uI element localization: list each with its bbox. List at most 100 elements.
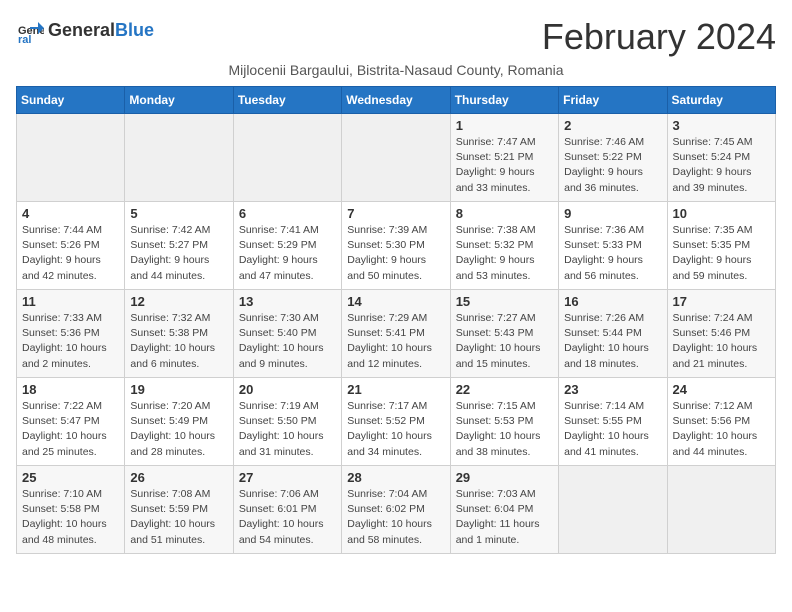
calendar-cell: 16 Sunrise: 7:26 AM Sunset: 5:44 PM Dayli… [559, 290, 667, 378]
day-number: 3 [673, 118, 770, 133]
day-info: Sunrise: 7:08 AM Sunset: 5:59 PM Dayligh… [130, 487, 227, 548]
svg-text:ral: ral [18, 34, 31, 44]
weekday-header: Friday [559, 87, 667, 114]
calendar-body: 1 Sunrise: 7:47 AM Sunset: 5:21 PM Daylig… [17, 114, 776, 554]
day-info: Sunrise: 7:29 AM Sunset: 5:41 PM Dayligh… [347, 311, 444, 372]
weekday-header: Wednesday [342, 87, 450, 114]
weekday-row: SundayMondayTuesdayWednesdayThursdayFrid… [17, 87, 776, 114]
calendar-cell: 2 Sunrise: 7:46 AM Sunset: 5:22 PM Daylig… [559, 114, 667, 202]
day-number: 15 [456, 294, 553, 309]
day-info: Sunrise: 7:38 AM Sunset: 5:32 PM Dayligh… [456, 223, 553, 284]
day-info: Sunrise: 7:12 AM Sunset: 5:56 PM Dayligh… [673, 399, 770, 460]
day-info: Sunrise: 7:30 AM Sunset: 5:40 PM Dayligh… [239, 311, 336, 372]
weekday-header: Sunday [17, 87, 125, 114]
day-info: Sunrise: 7:24 AM Sunset: 5:46 PM Dayligh… [673, 311, 770, 372]
day-info: Sunrise: 7:42 AM Sunset: 5:27 PM Dayligh… [130, 223, 227, 284]
calendar-week-row: 25 Sunrise: 7:10 AM Sunset: 5:58 PM Dayli… [17, 466, 776, 554]
day-number: 16 [564, 294, 661, 309]
day-info: Sunrise: 7:03 AM Sunset: 6:04 PM Dayligh… [456, 487, 553, 548]
day-number: 24 [673, 382, 770, 397]
logo: Gene ral GeneralBlue [16, 16, 154, 44]
calendar-cell [17, 114, 125, 202]
day-number: 5 [130, 206, 227, 221]
calendar-header: SundayMondayTuesdayWednesdayThursdayFrid… [17, 87, 776, 114]
day-number: 29 [456, 470, 553, 485]
calendar-cell: 4Sunrise: 7:44 AM Sunset: 5:26 PM Daylig… [17, 202, 125, 290]
day-info: Sunrise: 7:39 AM Sunset: 5:30 PM Dayligh… [347, 223, 444, 284]
day-number: 23 [564, 382, 661, 397]
calendar-cell: 3 Sunrise: 7:45 AM Sunset: 5:24 PM Daylig… [667, 114, 775, 202]
day-number: 20 [239, 382, 336, 397]
day-info: Sunrise: 7:15 AM Sunset: 5:53 PM Dayligh… [456, 399, 553, 460]
title-area: February 2024 [542, 16, 776, 58]
logo-wordmark: GeneralBlue [48, 20, 154, 41]
day-number: 18 [22, 382, 119, 397]
calendar-cell: 18 Sunrise: 7:22 AM Sunset: 5:47 PM Dayli… [17, 378, 125, 466]
calendar-cell [559, 466, 667, 554]
day-number: 2 [564, 118, 661, 133]
day-number: 11 [22, 294, 119, 309]
calendar-cell [667, 466, 775, 554]
day-info: Sunrise: 7:47 AM Sunset: 5:21 PM Dayligh… [456, 135, 553, 196]
calendar-week-row: 1 Sunrise: 7:47 AM Sunset: 5:21 PM Daylig… [17, 114, 776, 202]
calendar-table: SundayMondayTuesdayWednesdayThursdayFrid… [16, 86, 776, 554]
calendar-cell: 19 Sunrise: 7:20 AM Sunset: 5:49 PM Dayli… [125, 378, 233, 466]
weekday-header: Monday [125, 87, 233, 114]
day-info: Sunrise: 7:04 AM Sunset: 6:02 PM Dayligh… [347, 487, 444, 548]
day-number: 1 [456, 118, 553, 133]
day-number: 13 [239, 294, 336, 309]
day-number: 7 [347, 206, 444, 221]
calendar-cell: 7 Sunrise: 7:39 AM Sunset: 5:30 PM Daylig… [342, 202, 450, 290]
day-number: 8 [456, 206, 553, 221]
calendar-cell [233, 114, 341, 202]
day-number: 19 [130, 382, 227, 397]
calendar-cell: 10 Sunrise: 7:35 AM Sunset: 5:35 PM Dayli… [667, 202, 775, 290]
calendar-cell: 8 Sunrise: 7:38 AM Sunset: 5:32 PM Daylig… [450, 202, 558, 290]
calendar-cell [342, 114, 450, 202]
page-header: Gene ral GeneralBlue February 2024 [16, 16, 776, 58]
calendar-cell: 29 Sunrise: 7:03 AM Sunset: 6:04 PM Dayli… [450, 466, 558, 554]
day-number: 6 [239, 206, 336, 221]
day-number: 14 [347, 294, 444, 309]
day-info: Sunrise: 7:14 AM Sunset: 5:55 PM Dayligh… [564, 399, 661, 460]
calendar-cell: 21Sunrise: 7:17 AM Sunset: 5:52 PM Dayli… [342, 378, 450, 466]
day-info: Sunrise: 7:19 AM Sunset: 5:50 PM Dayligh… [239, 399, 336, 460]
day-info: Sunrise: 7:41 AM Sunset: 5:29 PM Dayligh… [239, 223, 336, 284]
day-info: Sunrise: 7:10 AM Sunset: 5:58 PM Dayligh… [22, 487, 119, 548]
calendar-cell: 26 Sunrise: 7:08 AM Sunset: 5:59 PM Dayli… [125, 466, 233, 554]
day-info: Sunrise: 7:33 AM Sunset: 5:36 PM Dayligh… [22, 311, 119, 372]
calendar-cell [125, 114, 233, 202]
calendar-cell: 9 Sunrise: 7:36 AM Sunset: 5:33 PM Daylig… [559, 202, 667, 290]
day-info: Sunrise: 7:22 AM Sunset: 5:47 PM Dayligh… [22, 399, 119, 460]
calendar-cell: 11 Sunrise: 7:33 AM Sunset: 5:36 PM Dayli… [17, 290, 125, 378]
calendar-cell: 17 Sunrise: 7:24 AM Sunset: 5:46 PM Dayli… [667, 290, 775, 378]
calendar-cell: 20 Sunrise: 7:19 AM Sunset: 5:50 PM Dayli… [233, 378, 341, 466]
day-info: Sunrise: 7:20 AM Sunset: 5:49 PM Dayligh… [130, 399, 227, 460]
day-info: Sunrise: 7:45 AM Sunset: 5:24 PM Dayligh… [673, 135, 770, 196]
day-number: 25 [22, 470, 119, 485]
calendar-cell: 1 Sunrise: 7:47 AM Sunset: 5:21 PM Daylig… [450, 114, 558, 202]
day-info: Sunrise: 7:46 AM Sunset: 5:22 PM Dayligh… [564, 135, 661, 196]
calendar-cell: 5 Sunrise: 7:42 AM Sunset: 5:27 PM Daylig… [125, 202, 233, 290]
day-number: 12 [130, 294, 227, 309]
calendar-cell: 6 Sunrise: 7:41 AM Sunset: 5:29 PM Daylig… [233, 202, 341, 290]
day-number: 17 [673, 294, 770, 309]
location-subtitle: Mijlocenii Bargaului, Bistrita-Nasaud Co… [16, 62, 776, 78]
day-number: 26 [130, 470, 227, 485]
calendar-week-row: 11 Sunrise: 7:33 AM Sunset: 5:36 PM Dayli… [17, 290, 776, 378]
calendar-cell: 22 Sunrise: 7:15 AM Sunset: 5:53 PM Dayli… [450, 378, 558, 466]
day-number: 10 [673, 206, 770, 221]
calendar-cell: 12Sunrise: 7:32 AM Sunset: 5:38 PM Dayli… [125, 290, 233, 378]
day-info: Sunrise: 7:35 AM Sunset: 5:35 PM Dayligh… [673, 223, 770, 284]
weekday-header: Saturday [667, 87, 775, 114]
day-number: 9 [564, 206, 661, 221]
day-info: Sunrise: 7:26 AM Sunset: 5:44 PM Dayligh… [564, 311, 661, 372]
logo-general: General [48, 20, 115, 40]
calendar-cell: 24 Sunrise: 7:12 AM Sunset: 5:56 PM Dayli… [667, 378, 775, 466]
calendar-week-row: 18 Sunrise: 7:22 AM Sunset: 5:47 PM Dayli… [17, 378, 776, 466]
calendar-week-row: 4Sunrise: 7:44 AM Sunset: 5:26 PM Daylig… [17, 202, 776, 290]
day-number: 22 [456, 382, 553, 397]
day-info: Sunrise: 7:36 AM Sunset: 5:33 PM Dayligh… [564, 223, 661, 284]
calendar-cell: 27Sunrise: 7:06 AM Sunset: 6:01 PM Dayli… [233, 466, 341, 554]
day-number: 21 [347, 382, 444, 397]
